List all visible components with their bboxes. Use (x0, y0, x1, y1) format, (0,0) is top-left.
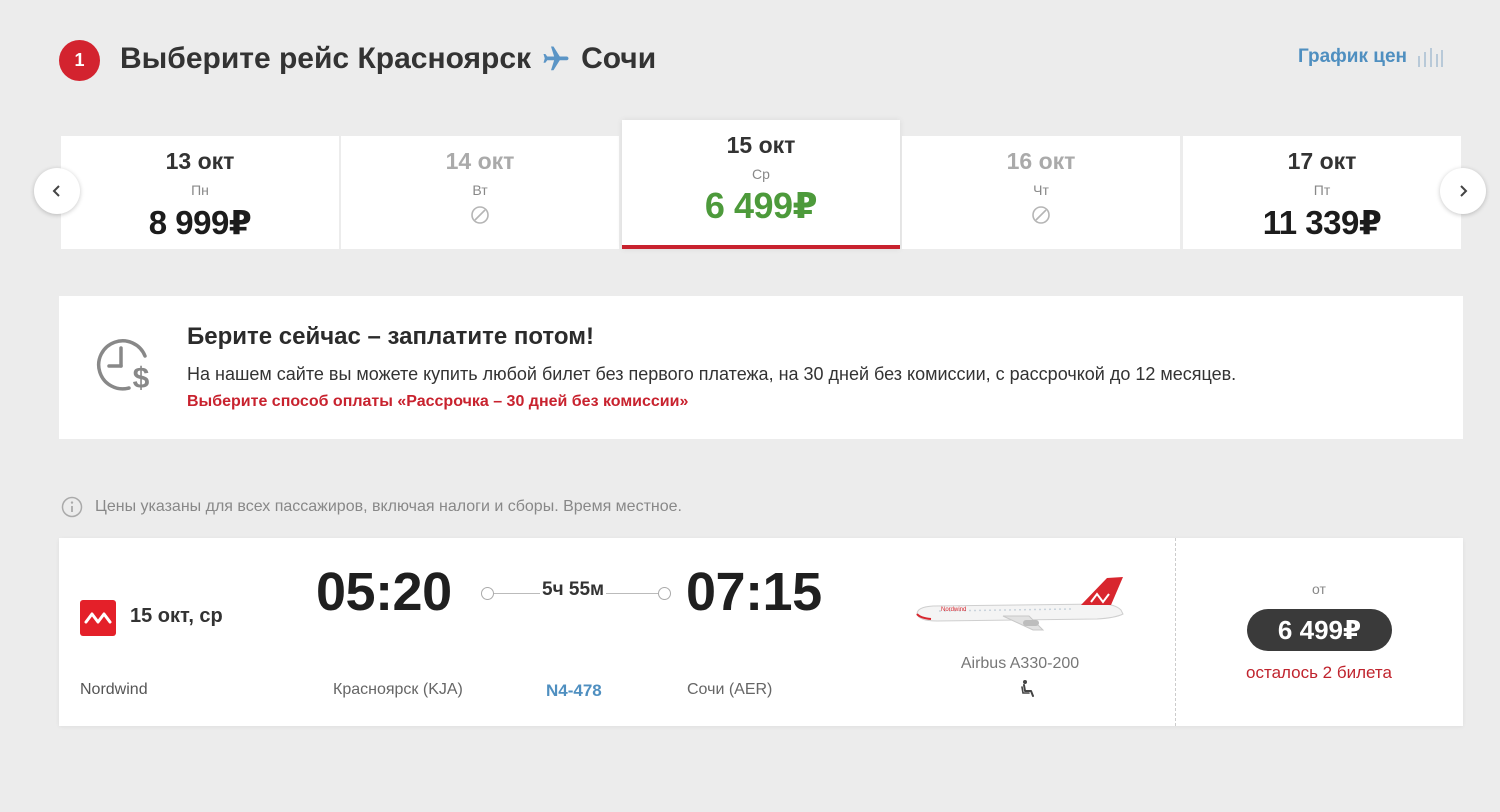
price-prefix: от (1312, 581, 1326, 597)
promo-title: Берите сейчас – заплатите потом! (187, 323, 594, 350)
chevron-right-icon (1460, 185, 1468, 197)
date-label: 15 окт (726, 132, 796, 158)
date-price: 11 339₽ (1262, 204, 1382, 241)
date-option-17[interactable]: 17 окт Пт 11 339₽ (1183, 136, 1461, 249)
aircraft-model: Airbus A330-200 (960, 655, 1080, 672)
svg-text:$: $ (133, 362, 150, 395)
flight-duration: 5ч 55м (540, 579, 607, 601)
date-price: 6 499₽ (704, 185, 818, 226)
step-number-badge: 1 (59, 40, 100, 81)
airline-name: Nordwind (80, 681, 148, 698)
departure-airport: Красноярск (KJA) (333, 681, 463, 698)
date-carousel: 13 окт Пн 8 999₽ 14 окт Вт 15 окт Ср 6 4… (34, 120, 1486, 252)
seats-left-label: осталось 2 билета (1246, 663, 1392, 682)
unavailable-icon (471, 206, 489, 224)
date-label: 17 окт (1287, 148, 1357, 174)
weekday-label: Вт (472, 182, 488, 198)
select-flight-price-button[interactable]: 6 499₽ (1247, 609, 1392, 651)
nordwind-logo (80, 600, 116, 636)
weekday-label: Пн (191, 182, 209, 198)
date-price: 8 999₽ (148, 204, 252, 241)
date-label: 16 окт (1006, 148, 1076, 174)
clock-dollar-icon: $ (96, 339, 150, 395)
weekday-label: Пт (1313, 182, 1331, 198)
price-chart-label: График цен (1297, 46, 1407, 67)
departure-time: 05:20 (316, 562, 452, 622)
date-option-16[interactable]: 16 окт Чт (902, 136, 1180, 249)
destination-city: Сочи (581, 42, 657, 75)
promo-text: На нашем сайте вы можете купить любой би… (187, 364, 1237, 384)
date-label: 13 окт (165, 148, 235, 174)
date-option-13[interactable]: 13 окт Пн 8 999₽ (61, 136, 339, 249)
date-option-14[interactable]: 14 окт Вт (341, 136, 619, 249)
destination-dot (658, 587, 671, 600)
price-chart-link[interactable]: График цен (1298, 46, 1443, 68)
chevron-left-icon (52, 185, 60, 197)
date-option-15-selected[interactable]: 15 окт Ср 6 499₽ (622, 120, 900, 249)
flight-card[interactable]: 15 окт, ср Nordwind 05:20 5ч 55м 07:15 К… (59, 538, 1463, 726)
card-divider (1175, 538, 1176, 726)
title-prefix: Выберите рейс (120, 42, 350, 75)
price-info-note: Цены указаны для всех пассажиров, включа… (61, 496, 682, 518)
arrival-airport: Сочи (AER) (687, 681, 773, 698)
page-header: 1 Выберите рейс Красноярск Сочи График ц… (59, 38, 1443, 82)
page-title: Выберите рейс Красноярск Сочи (120, 42, 656, 76)
unavailable-icon (1032, 206, 1050, 224)
seat-icon (1021, 680, 1034, 697)
next-dates-button[interactable] (1440, 168, 1486, 214)
weekday-label: Чт (1033, 182, 1049, 198)
nordwind-logo-mark (84, 612, 112, 624)
promo-payment-link[interactable]: Выберите способ оплаты «Рассрочка – 30 д… (187, 393, 688, 411)
prev-dates-button[interactable] (34, 168, 80, 214)
installment-promo-banner: $ Берите сейчас – заплатите потом! На на… (59, 296, 1463, 439)
bar-chart-icon (1418, 48, 1443, 67)
info-icon (61, 496, 83, 518)
price-info-text: Цены указаны для всех пассажиров, включа… (95, 498, 682, 515)
origin-dot (481, 587, 494, 600)
svg-text:Nordwind: Nordwind (941, 607, 966, 613)
aircraft-image: Nordwind (916, 577, 1124, 631)
flight-date: 15 окт, ср (130, 605, 223, 627)
weekday-label: Ср (752, 166, 770, 182)
arrival-time: 07:15 (686, 562, 822, 622)
flight-number-link[interactable]: N4-478 (546, 681, 602, 701)
date-label: 14 окт (445, 148, 515, 174)
airplane-icon (543, 46, 569, 71)
origin-city: Красноярск (357, 42, 532, 75)
